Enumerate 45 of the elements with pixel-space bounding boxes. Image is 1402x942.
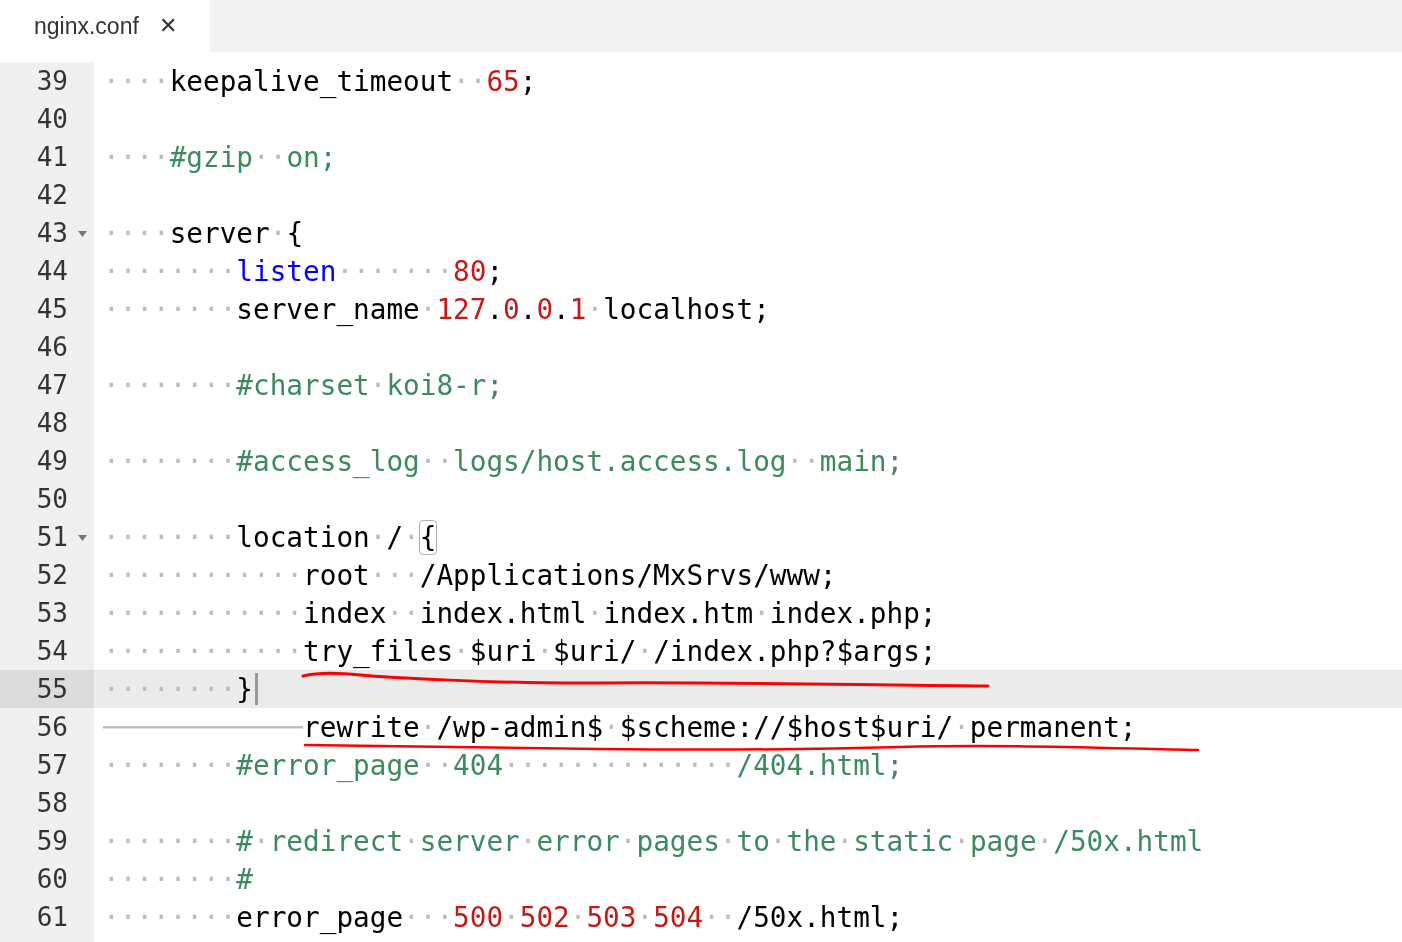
code-line: ········error_page···500·502·503·504··/50x.html; [103, 901, 904, 933]
code-line: ········location·/·{ [103, 521, 437, 553]
line-number: 47 [36, 368, 68, 402]
code-line: ········server_name·127.0.0.1·localhost; [103, 293, 770, 325]
code-line: ········#charset·koi8-r; [103, 369, 504, 401]
line-number: 39 [36, 64, 68, 98]
line-number: 56 [36, 710, 68, 744]
tab-title: nginx.conf [34, 11, 139, 41]
line-number: 58 [36, 786, 68, 820]
code-line: ············index··index.html·index.htm·index.php; [103, 597, 937, 629]
line-number: 43 [36, 216, 68, 250]
line-number: 48 [36, 406, 68, 440]
line-number: 50 [36, 482, 68, 516]
file-tab[interactable]: nginx.conf ✕ [0, 0, 210, 52]
line-number: 53 [36, 596, 68, 630]
line-number: 55 [36, 672, 68, 706]
code-line: ────────────rewrite·/wp-admin$·$scheme://$host$uri/·permanent; [103, 711, 1137, 743]
line-number: 42 [36, 178, 68, 212]
fold-icon[interactable] [78, 535, 87, 541]
code-line: ····#gzip··on; [103, 141, 337, 173]
line-number: 61 [36, 900, 68, 934]
code-line: ············root···/Applications/MxSrvs/www; [103, 559, 837, 591]
code-line: ············try_files·$uri·$uri/·/index.php?$args; [103, 635, 937, 667]
line-number: 54 [36, 634, 68, 668]
code-line: ········#·redirect·server·error·pages·to·the·static·page·/50x.html [103, 825, 1204, 857]
close-button[interactable]: ✕ [158, 15, 177, 37]
code-line: ········# [103, 863, 254, 895]
code-line: ········#access_log··logs/host.access.log··main; [103, 445, 904, 477]
line-number: 44 [36, 254, 68, 288]
code-line: ····server·{ [103, 217, 304, 249]
code-line: ········} [103, 673, 254, 705]
fold-icon[interactable] [78, 231, 87, 237]
line-number: 51 [36, 520, 68, 554]
code-line: ········listen·······80; [103, 255, 504, 287]
code-line: ········#error_page··404··············/404.html; [103, 749, 904, 781]
line-number: 46 [36, 330, 68, 364]
line-number: 45 [36, 292, 68, 326]
line-number: 57 [36, 748, 68, 782]
code-line: ····keepalive_timeout··65; [103, 65, 537, 97]
line-number: 52 [36, 558, 68, 592]
line-number: 41 [36, 140, 68, 174]
line-number: 59 [36, 824, 68, 858]
line-number: 60 [36, 862, 68, 896]
line-number: 49 [36, 444, 68, 478]
line-number: 40 [36, 102, 68, 136]
